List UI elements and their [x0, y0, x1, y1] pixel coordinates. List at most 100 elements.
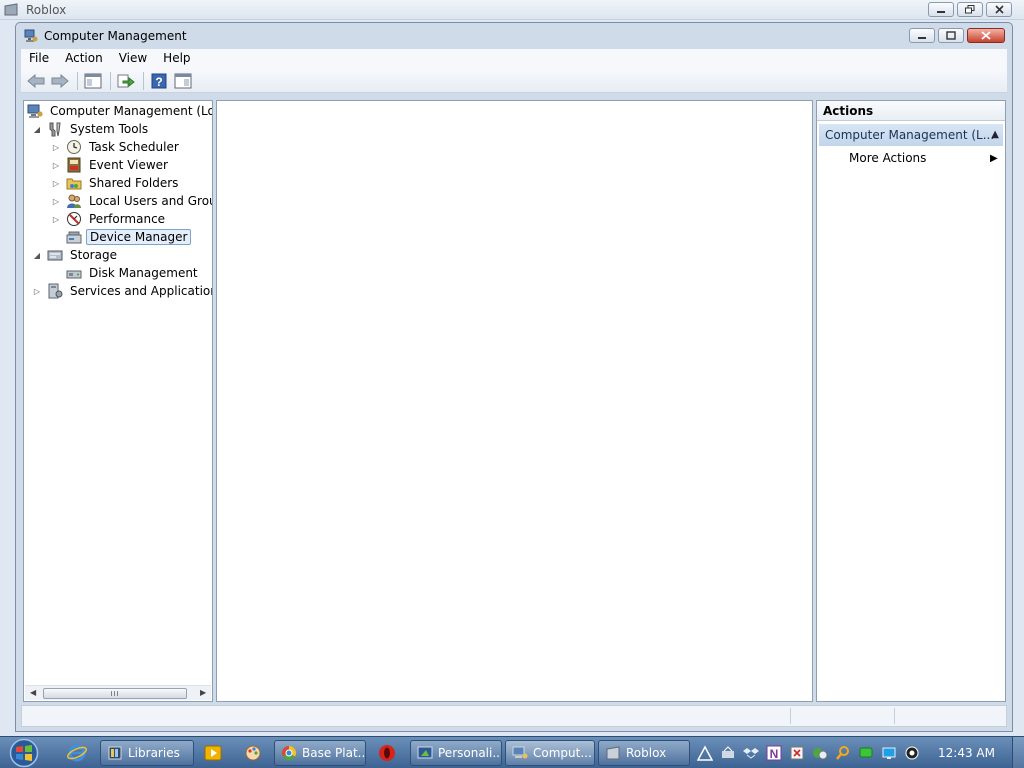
tree-item-task-scheduler[interactable]: ▷ Task Scheduler: [50, 138, 182, 156]
tray-network-icon[interactable]: [811, 744, 829, 762]
export-list-button[interactable]: [115, 71, 137, 91]
scroll-left-arrow-icon[interactable]: ◀: [30, 688, 36, 697]
tree-item-label: Device Manager: [86, 229, 192, 245]
show-hide-console-tree-button[interactable]: [82, 71, 104, 91]
cm-close-button[interactable]: [967, 28, 1005, 43]
tree-item-storage[interactable]: ◢ Storage: [31, 246, 120, 264]
clock-icon: [66, 139, 82, 155]
task-label: Roblox: [626, 746, 667, 760]
status-bar-divider: [790, 708, 791, 724]
roblox-title-bar[interactable]: Roblox: [0, 0, 1024, 20]
back-arrow-icon: [27, 73, 45, 88]
tree-item-shared-folders[interactable]: ▷ Shared Folders: [50, 174, 181, 192]
toolbar-separator: [143, 71, 144, 90]
taskbar-button-computer-management[interactable]: Comput...: [505, 740, 595, 766]
start-button[interactable]: [4, 737, 44, 768]
tree-item-system-tools[interactable]: ◢ System Tools: [31, 120, 151, 138]
roblox-minimize-button[interactable]: [928, 2, 954, 17]
tree-item-label: Disk Management: [89, 266, 198, 280]
tree-item-services-and-applications[interactable]: ▷ Services and Applications: [31, 282, 212, 300]
taskbar-clock[interactable]: 12:43 AM: [938, 746, 995, 760]
tray-signal-icon[interactable]: [696, 744, 714, 762]
menu-view[interactable]: View: [111, 49, 155, 69]
taskbar-pin-media-player[interactable]: [200, 741, 226, 765]
scroll-thumb[interactable]: III: [43, 688, 187, 699]
taskbar-pin-internet-explorer[interactable]: [64, 741, 90, 765]
roblox-restore-button[interactable]: [957, 2, 983, 17]
task-label: Comput...: [533, 746, 592, 760]
collapsed-triangle-icon[interactable]: ▷: [50, 195, 62, 207]
forward-arrow-icon: [51, 73, 69, 88]
collapse-up-icon[interactable]: ▲: [991, 129, 999, 140]
task-label: Base Plat...: [302, 746, 366, 760]
svg-text:?: ?: [155, 75, 162, 89]
tree-item-label: System Tools: [70, 122, 149, 136]
taskbar-button-libraries[interactable]: Libraries: [100, 740, 194, 766]
export-list-icon: [117, 74, 135, 87]
expanded-triangle-icon[interactable]: ◢: [31, 249, 43, 261]
collapsed-triangle-icon[interactable]: ▷: [50, 159, 62, 171]
content-pane[interactable]: [216, 100, 813, 702]
tree-item-event-viewer[interactable]: ▷ Event Viewer: [50, 156, 171, 174]
status-bar-divider: [894, 708, 895, 724]
show-hide-action-pane-button[interactable]: [172, 71, 194, 91]
expanded-triangle-icon[interactable]: ◢: [31, 123, 43, 135]
show-desktop-button[interactable]: [1012, 737, 1024, 768]
paint-icon: [245, 745, 261, 761]
more-actions-link[interactable]: More Actions: [849, 151, 926, 165]
opera-icon: [379, 745, 395, 761]
menu-help[interactable]: Help: [155, 49, 198, 69]
collapsed-triangle-icon[interactable]: ▷: [50, 177, 62, 189]
taskbar-pin-opera[interactable]: [374, 741, 400, 765]
help-icon: ?: [151, 73, 167, 89]
back-button[interactable]: [25, 71, 47, 91]
roblox-app-icon: [4, 3, 18, 16]
menu-action[interactable]: Action: [57, 49, 111, 69]
tree-item-label: Shared Folders: [89, 176, 179, 190]
scroll-thumb-grip: III: [110, 689, 120, 698]
media-player-icon: [204, 745, 222, 761]
taskbar-button-roblox[interactable]: Roblox: [598, 740, 690, 766]
tree-item-computer-management[interactable]: Computer Management (Local: [27, 102, 213, 120]
tray-tools-icon[interactable]: [719, 744, 737, 762]
scroll-right-arrow-icon[interactable]: ▶: [200, 688, 206, 697]
tray-volume-icon[interactable]: [903, 744, 921, 762]
tray-display-icon[interactable]: [880, 744, 898, 762]
tree-item-disk-management[interactable]: Disk Management: [66, 264, 201, 282]
help-button[interactable]: ?: [148, 71, 170, 91]
taskbar-pin-paint[interactable]: [240, 741, 266, 765]
forward-button[interactable]: [49, 71, 71, 91]
collapsed-triangle-icon[interactable]: ▷: [31, 285, 43, 297]
cm-minimize-button[interactable]: [909, 28, 935, 43]
collapsed-triangle-icon[interactable]: ▷: [50, 213, 62, 225]
tray-clip-icon[interactable]: [788, 744, 806, 762]
tree-item-label: Computer Management (Local: [50, 104, 213, 118]
tree-item-local-users-and-groups[interactable]: ▷ Local Users and Groups: [50, 192, 212, 210]
tree-item-device-manager[interactable]: Device Manager: [66, 228, 192, 246]
roblox-close-button[interactable]: [986, 2, 1012, 17]
task-label: Libraries: [128, 746, 180, 760]
tray-chat-icon[interactable]: [857, 744, 875, 762]
tree-horizontal-scrollbar[interactable]: ◀ III ▶: [25, 685, 211, 700]
toolbar-separator: [110, 71, 111, 90]
device-manager-icon: [66, 229, 82, 245]
actions-pane: Actions Computer Management (L... ▲ More…: [816, 100, 1006, 702]
cm-title-bar[interactable]: Computer Management: [16, 23, 1012, 49]
tree-item-performance[interactable]: ▷ Performance: [50, 210, 168, 228]
menu-file[interactable]: File: [21, 49, 57, 69]
event-viewer-icon: [66, 157, 82, 173]
tray-search-icon[interactable]: [834, 744, 852, 762]
cm-maximize-button[interactable]: [938, 28, 964, 43]
chrome-icon: [281, 745, 297, 761]
actions-section-computer-management[interactable]: Computer Management (L... ▲: [819, 124, 1003, 146]
roblox-icon: [605, 745, 621, 761]
tray-onenote-icon[interactable]: N: [765, 744, 783, 762]
taskbar-button-personalization[interactable]: Personali...: [410, 740, 502, 766]
actions-section-label: Computer Management (L...: [825, 128, 995, 142]
console-tree: Computer Management (Local ◢ System Tool…: [23, 100, 213, 702]
cm-window-title: Computer Management: [44, 29, 187, 43]
disk-management-icon: [66, 265, 82, 281]
tray-dropbox-icon[interactable]: [742, 744, 760, 762]
taskbar-button-chrome[interactable]: Base Plat...: [274, 740, 366, 766]
collapsed-triangle-icon[interactable]: ▷: [50, 141, 62, 153]
